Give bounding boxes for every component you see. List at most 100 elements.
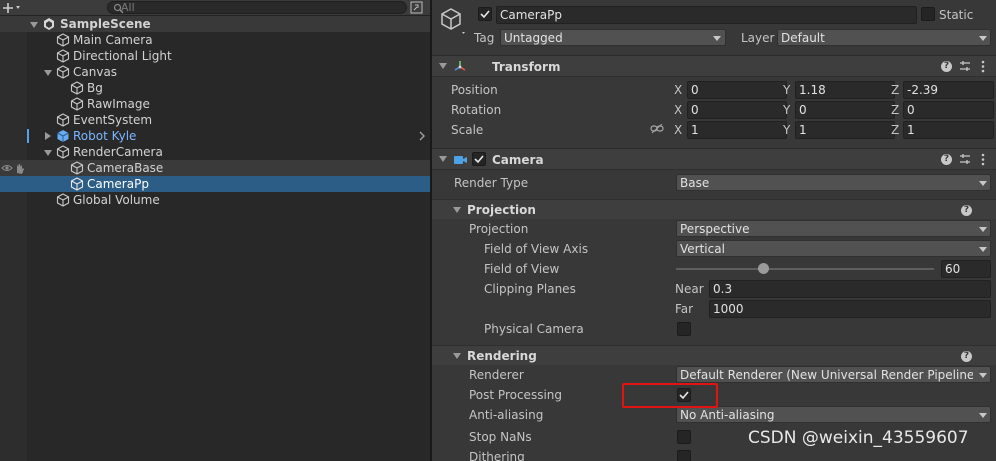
hierarchy-row[interactable]: Global Volume <box>0 192 430 208</box>
transform-header[interactable]: Transform ? <box>432 55 996 77</box>
axis-y-label[interactable]: Y <box>783 102 790 118</box>
axis-x-label[interactable]: X <box>674 122 682 138</box>
visibility-eye-icon[interactable] <box>1 163 13 173</box>
projection-dropdown[interactable]: Perspective <box>676 220 991 237</box>
render-type-dropdown[interactable]: Base <box>676 174 991 191</box>
physical-camera-label: Physical Camera <box>484 322 584 336</box>
fov-slider-track[interactable] <box>676 268 934 270</box>
presets-icon[interactable] <box>959 153 971 165</box>
gameobject-cube-icon <box>56 49 70 63</box>
hierarchy-row[interactable]: CameraBase <box>0 160 430 176</box>
camera-header[interactable]: Camera ? <box>432 148 996 170</box>
tag-dropdown[interactable]: Untagged <box>500 29 726 46</box>
foldout-arrow-icon[interactable] <box>453 207 461 213</box>
expand-arrow-icon[interactable] <box>44 70 52 76</box>
expand-arrow-icon[interactable] <box>44 150 52 156</box>
hierarchy-row[interactable]: Main Camera <box>0 32 430 48</box>
hierarchy-row-prefab[interactable]: Robot Kyle <box>0 128 430 144</box>
expand-arrow-icon[interactable] <box>45 132 51 140</box>
hierarchy-row[interactable]: Directional Light <box>0 48 430 64</box>
hierarchy-label: Directional Light <box>73 49 172 63</box>
expand-arrow-icon[interactable] <box>30 22 38 28</box>
constrain-proportions-link-icon[interactable] <box>650 124 664 134</box>
hierarchy-label: RawImage <box>87 97 150 111</box>
rendering-section-header[interactable]: Rendering ? <box>432 345 996 365</box>
physical-camera-checkbox[interactable] <box>677 322 691 336</box>
gameobject-cube-icon <box>70 81 84 95</box>
hierarchy-row[interactable]: Bg <box>0 80 430 96</box>
scale-y-field[interactable]: 1 <box>795 121 895 139</box>
render-type-label: Render Type <box>454 176 529 190</box>
chevron-right-icon[interactable] <box>418 131 426 141</box>
far-label[interactable]: Far <box>675 301 693 317</box>
gameobject-header-icon[interactable] <box>440 6 468 34</box>
help-icon[interactable]: ? <box>941 61 952 72</box>
fov-value-field[interactable]: 60 <box>941 260 991 278</box>
scale-x-field[interactable]: 1 <box>687 121 787 139</box>
hierarchy-row-scene[interactable]: SampleScene <box>0 16 430 32</box>
add-icon[interactable] <box>3 0 25 16</box>
hierarchy-row[interactable]: Canvas <box>0 64 430 80</box>
hierarchy-search-input[interactable]: All <box>107 1 407 14</box>
near-field[interactable]: 0.3 <box>709 280 991 298</box>
axis-z-label[interactable]: Z <box>891 102 899 118</box>
axis-z-label[interactable]: Z <box>891 122 899 138</box>
axis-y-label[interactable]: Y <box>783 82 790 98</box>
fov-slider-thumb[interactable] <box>757 263 769 274</box>
antialiasing-label: Anti-aliasing <box>469 408 544 422</box>
hierarchy-row-selected[interactable]: CameraPp <box>0 176 430 192</box>
scale-y-value: 1 <box>799 123 807 137</box>
layer-dropdown[interactable]: Default <box>777 29 991 46</box>
near-label[interactable]: Near <box>675 281 704 297</box>
watermark-text: CSDN @weixin_43559607 <box>748 428 969 448</box>
hierarchy-label: Bg <box>87 81 103 95</box>
renderer-dropdown[interactable]: Default Renderer (New Universal Render P… <box>676 366 991 383</box>
scale-z-field[interactable]: 1 <box>903 121 994 139</box>
foldout-arrow-icon[interactable] <box>453 353 461 359</box>
camera-enabled-checkbox[interactable] <box>472 152 486 166</box>
projection-section-header[interactable]: Projection ? <box>432 199 996 219</box>
static-checkbox[interactable] <box>921 7 935 21</box>
active-checkbox[interactable] <box>478 7 492 21</box>
help-icon[interactable]: ? <box>941 154 952 165</box>
axis-x-label[interactable]: X <box>674 82 682 98</box>
axis-z-label[interactable]: Z <box>891 82 899 98</box>
chevron-down-icon <box>979 36 987 41</box>
stop-nans-label: Stop NaNs <box>469 430 532 444</box>
render-type-value: Base <box>680 176 710 190</box>
camera-title: Camera <box>492 153 544 167</box>
rotation-x-field[interactable]: 0 <box>687 101 787 119</box>
far-field[interactable]: 1000 <box>709 300 991 318</box>
position-y-field[interactable]: 1.18 <box>795 81 895 99</box>
gameobject-cube-icon <box>70 161 84 175</box>
hierarchy-row[interactable]: RenderCamera <box>0 144 430 160</box>
help-icon[interactable]: ? <box>961 205 972 216</box>
pickable-hand-icon[interactable] <box>14 162 25 174</box>
layer-label: Layer <box>741 31 775 45</box>
dithering-checkbox[interactable] <box>677 450 691 461</box>
kebab-menu-icon[interactable] <box>981 153 985 166</box>
axis-x-label[interactable]: X <box>674 102 682 118</box>
fov-axis-dropdown[interactable]: Vertical <box>676 240 991 257</box>
antialiasing-value: No Anti-aliasing <box>680 408 775 422</box>
presets-icon[interactable] <box>959 60 971 72</box>
foldout-arrow-icon[interactable] <box>439 156 447 162</box>
position-x-field[interactable]: 0 <box>687 81 787 99</box>
hierarchy-label: Robot Kyle <box>73 129 137 143</box>
hierarchy-row[interactable]: RawImage <box>0 96 430 112</box>
hierarchy-label: RenderCamera <box>73 145 163 159</box>
kebab-menu-icon[interactable] <box>981 60 985 73</box>
axis-y-label[interactable]: Y <box>783 122 790 138</box>
object-name-field[interactable]: CameraPp <box>496 6 917 24</box>
rotation-y-field[interactable]: 0 <box>795 101 895 119</box>
foldout-arrow-icon[interactable] <box>439 63 447 69</box>
help-icon[interactable]: ? <box>961 351 972 362</box>
rotation-x-value: 0 <box>691 103 699 117</box>
rotation-z-field[interactable]: 0 <box>903 101 994 119</box>
stop-nans-checkbox[interactable] <box>677 430 691 444</box>
rotation-label: Rotation <box>451 103 502 117</box>
position-z-field[interactable]: -2.39 <box>903 81 994 99</box>
hierarchy-row[interactable]: EventSystem <box>0 112 430 128</box>
antialiasing-dropdown[interactable]: No Anti-aliasing <box>676 406 991 423</box>
search-options-icon[interactable] <box>410 1 424 15</box>
